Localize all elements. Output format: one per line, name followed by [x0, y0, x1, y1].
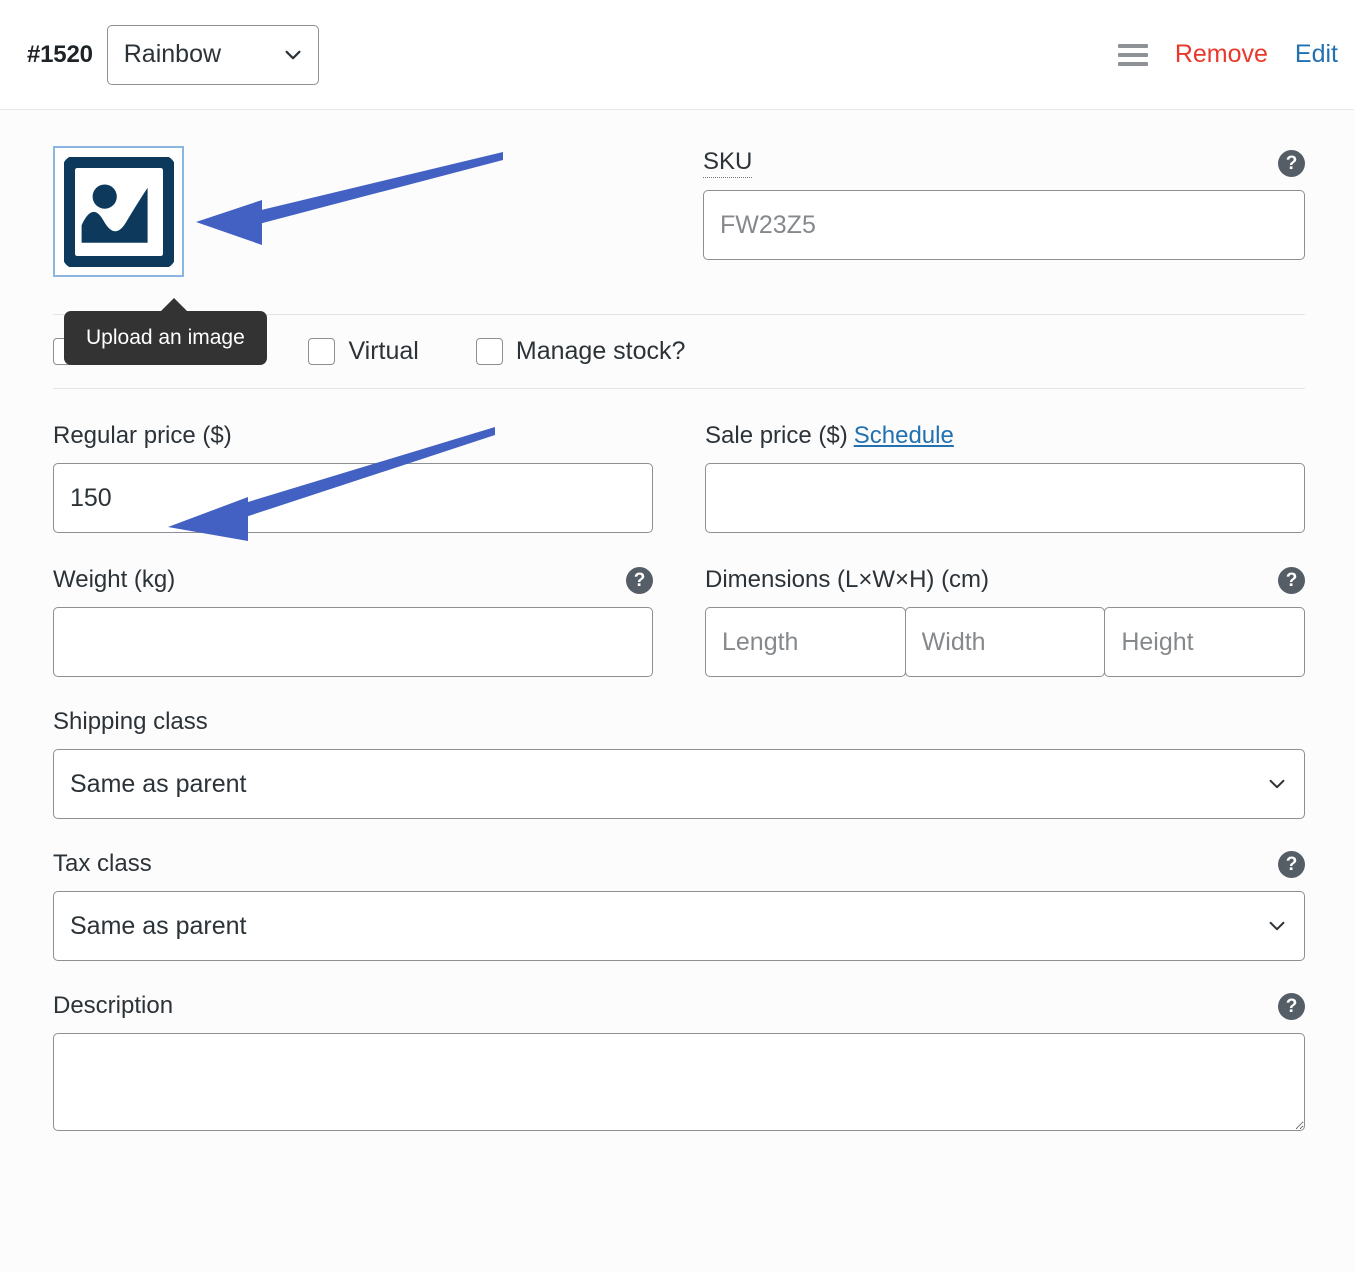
- length-input[interactable]: [705, 607, 906, 677]
- tax-class-label: Tax class: [53, 850, 152, 877]
- regular-price-group: Regular price ($): [53, 419, 653, 533]
- variation-header-actions: Remove Edit: [1117, 40, 1340, 69]
- chevron-down-icon: [285, 50, 301, 59]
- shipping-class-select[interactable]: Same as parent: [53, 749, 1305, 819]
- tax-class-value: Same as parent: [70, 911, 247, 940]
- image-placeholder-icon: [63, 156, 174, 267]
- regular-price-label: Regular price ($): [53, 422, 232, 449]
- sku-help-icon[interactable]: ?: [1278, 149, 1305, 177]
- description-group: Description ?: [0, 961, 1354, 1131]
- description-label: Description: [53, 992, 174, 1019]
- sku-field-group: SKU ?: [703, 146, 1305, 277]
- remove-variation-link[interactable]: Remove: [1175, 40, 1268, 69]
- variation-image-column: Upload an image: [53, 146, 703, 365]
- schedule-sale-link[interactable]: Schedule: [854, 422, 954, 449]
- tax-class-select[interactable]: Same as parent: [53, 891, 1305, 961]
- regular-price-input[interactable]: [53, 463, 653, 533]
- tax-class-help-icon[interactable]: ?: [1278, 850, 1305, 878]
- sale-price-label: Sale price ($): [705, 422, 848, 449]
- weight-input[interactable]: [53, 607, 653, 677]
- tax-class-group: Tax class ? Same as parent: [0, 819, 1354, 961]
- drag-handle-icon[interactable]: [1117, 43, 1148, 66]
- checkbox-manage-stock[interactable]: Manage stock?: [475, 337, 686, 366]
- checkbox-virtual[interactable]: Virtual: [308, 337, 419, 366]
- chevron-down-icon: [1269, 779, 1285, 789]
- variation-header: #1520 Rainbow Remove Edit: [0, 0, 1354, 110]
- weight-group: Weight (kg) ?: [53, 563, 653, 677]
- sku-input[interactable]: [703, 190, 1305, 260]
- weight-label: Weight (kg): [53, 566, 176, 593]
- height-input[interactable]: [1104, 607, 1306, 677]
- chevron-down-icon: [1269, 921, 1285, 931]
- shipping-measurements-row: Weight (kg) ? Dimensions (L×W×H) (cm) ?: [0, 533, 1354, 677]
- checkbox-label-manage-stock: Manage stock?: [515, 337, 686, 365]
- variation-attribute-select[interactable]: Rainbow: [106, 24, 319, 85]
- dimensions-group: Dimensions (L×W×H) (cm) ?: [705, 563, 1306, 677]
- sale-price-group: Sale price ($) Schedule: [705, 419, 1305, 533]
- dimensions-label: Dimensions (L×W×H) (cm): [705, 566, 990, 593]
- description-help-icon[interactable]: ?: [1278, 992, 1305, 1020]
- image-and-sku-row: Upload an image SKU ?: [0, 110, 1354, 365]
- sale-price-label-wrap: Sale price ($) Schedule: [705, 422, 954, 450]
- shipping-class-group: Shipping class Same as parent: [0, 677, 1354, 819]
- description-textarea[interactable]: [53, 1033, 1305, 1131]
- shipping-class-label: Shipping class: [53, 708, 208, 735]
- edit-variation-link[interactable]: Edit: [1295, 40, 1338, 69]
- variation-id: #1520: [27, 40, 93, 68]
- dimensions-help-icon[interactable]: ?: [1278, 566, 1305, 594]
- checkbox-box-virtual[interactable]: [308, 338, 336, 365]
- upload-image-button[interactable]: [53, 146, 184, 277]
- weight-help-icon[interactable]: ?: [626, 566, 653, 594]
- variation-attribute-value: Rainbow: [123, 40, 222, 68]
- variation-body: Upload an image SKU ? Downloadable Virtu…: [0, 110, 1354, 1131]
- upload-image-tooltip: Upload an image: [64, 298, 267, 365]
- pricing-row: Regular price ($) Sale price ($)Schedule: [0, 389, 1354, 533]
- sku-label: SKU: [703, 148, 753, 178]
- checkbox-label-virtual: Virtual: [348, 337, 419, 365]
- sale-price-input[interactable]: [705, 463, 1305, 533]
- checkbox-box-manage-stock[interactable]: [475, 338, 503, 365]
- width-input[interactable]: [904, 607, 1106, 677]
- shipping-class-value: Same as parent: [70, 769, 247, 798]
